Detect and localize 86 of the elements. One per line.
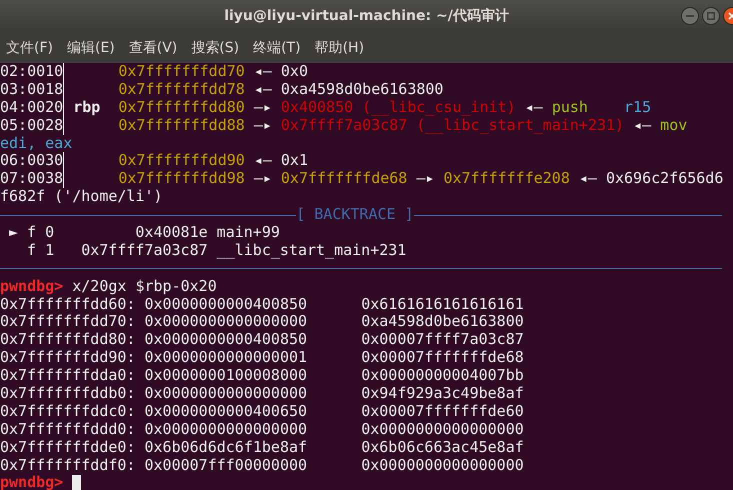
arrow-glyph: —▸	[254, 170, 272, 188]
value-text: 0x696c2f656d6	[606, 170, 724, 188]
stack-offset: 04:0020	[0, 98, 64, 117]
memory-value: 0xa4598d0be6163800	[361, 313, 524, 332]
memory-value: 0x0000000000000000	[361, 420, 524, 439]
menu-item[interactable]: 查看(V)	[128, 38, 178, 56]
menu-item[interactable]: 终端(T)	[253, 38, 301, 56]
memory-address: 0x7fffffffdda0:	[0, 367, 136, 386]
maximize-icon	[707, 12, 715, 20]
arrow-glyph: ◂—	[524, 98, 543, 117]
frame-index: f 1	[27, 242, 54, 260]
memory-value: 0x00007fffffffde68	[361, 349, 524, 368]
memory-address: 0x7fffffffdd90:	[0, 349, 136, 368]
arrow-glyph: —▸	[254, 98, 272, 117]
memory-address: 0x7fffffffddb0:	[0, 385, 136, 403]
memory-value: 0x0000000000000000	[361, 456, 524, 474]
memory-address: 0x7fffffffddf0:	[0, 456, 136, 474]
memory-value: 0x0000000000000000	[144, 385, 308, 403]
register-label: rbp	[73, 98, 100, 116]
address-text: 0x7fffffffdd78	[118, 80, 245, 99]
arrow-glyph: ◂—	[254, 63, 272, 81]
address-text: 0x7fffffffdd90	[118, 152, 245, 170]
memory-address: 0x7fffffffdd70:	[0, 313, 136, 332]
instruction-text: mov	[660, 116, 688, 135]
memory-value: 0x94f929a3c49be8af	[361, 385, 524, 403]
arrow-glyph: ◂—	[254, 80, 272, 99]
frame-address: 0x40081e	[134, 224, 208, 242]
address-text: 0x7fffffffdd80	[118, 98, 245, 117]
memory-value: 0x00007ffff7a03c87	[361, 331, 524, 350]
menu-item[interactable]: 编辑(E)	[66, 38, 115, 56]
address-text: 0x7fffffffde68	[280, 170, 408, 188]
operand-text: edi, eax	[0, 134, 72, 152]
stack-offset: 03:0018	[0, 80, 64, 99]
value-text: 0x1	[280, 152, 308, 170]
code-pointer-text: 0x7ffff7a03c87 (__libc_start_main+231)	[280, 116, 624, 135]
operand-text: r15	[624, 98, 652, 117]
frame-address: 0x7ffff7a03c87	[80, 242, 208, 260]
memory-value: 0x00000000004007bb	[361, 367, 524, 386]
memory-address: 0x7fffffffdd60:	[0, 296, 136, 314]
memory-value: 0x6b06d6dc6f1be8af	[144, 438, 308, 457]
current-frame-marker: ►	[9, 224, 18, 242]
memory-value: 0x0000000000000001	[144, 349, 308, 368]
menu-item[interactable]: 帮助(H)	[314, 38, 364, 56]
memory-value: 0x00007fffffffde60	[361, 402, 524, 421]
arrow-glyph: ◂—	[254, 152, 272, 170]
address-text: 0x7fffffffe208	[443, 170, 570, 188]
window-title: liyu@liyu-virtual-machine: ~/代码审计	[224, 7, 509, 25]
address-text: 0x7fffffffdd88	[118, 116, 245, 135]
memory-value: 0x0000000100008000	[144, 367, 308, 386]
memory-value: 0x0000000000000000	[144, 313, 308, 332]
memory-value: 0x0000000000000000	[144, 420, 308, 439]
code-pointer-text: 0x400850 (__libc_csu_init)	[280, 98, 516, 117]
prompt-text: pwndbg>	[0, 278, 64, 296]
arrow-glyph: ◂—	[578, 170, 597, 188]
arrow-glyph: ◂—	[633, 116, 652, 135]
memory-value: 0x0000000000400850	[144, 331, 308, 350]
arrow-glyph: —▸	[254, 116, 272, 135]
stack-offset: 06:0030	[0, 152, 64, 170]
memory-value: 0x0000000000400850	[144, 296, 308, 314]
value-text: 0xa4598d0be6163800	[280, 80, 444, 99]
menu-item[interactable]: 文件(F)	[6, 38, 53, 56]
memory-address: 0x7fffffffdde0:	[0, 438, 136, 457]
minimize-icon	[686, 12, 694, 20]
value-text: 0x0	[280, 63, 308, 81]
instruction-text: push	[552, 98, 588, 117]
memory-address: 0x7fffffffdd80:	[0, 331, 136, 350]
memory-value: 0x00007fff00000000	[144, 456, 308, 474]
frame-symbol: main+99	[216, 224, 280, 242]
arrow-glyph: —▸	[416, 170, 434, 188]
address-text: 0x7fffffffdd98	[118, 170, 245, 188]
memory-value: 0x6161616161616161	[361, 296, 524, 314]
memory-address: 0x7fffffffddc0:	[0, 402, 136, 421]
stack-offset: 05:0028	[0, 116, 64, 135]
stack-offset: 02:0010	[0, 63, 64, 81]
menu-item[interactable]: 搜索(S)	[191, 38, 240, 56]
address-text: 0x7fffffffdd70	[118, 63, 245, 81]
minimize-button[interactable]	[681, 7, 699, 25]
section-header: [ BACKTRACE ]	[296, 206, 414, 224]
memory-value: 0x6b06c663ac45e8af	[361, 438, 524, 457]
command-text: x/20gx $rbp-0x20	[71, 278, 217, 296]
frame-symbol: __libc_start_main+231	[216, 242, 406, 260]
memory-value: 0x0000000000400650	[144, 402, 308, 421]
frame-index: f 0	[27, 224, 54, 242]
memory-address: 0x7fffffffddd0:	[0, 420, 136, 439]
stack-offset: 07:0038	[0, 170, 64, 188]
value-text: f682f ('/home/li')	[0, 188, 163, 206]
